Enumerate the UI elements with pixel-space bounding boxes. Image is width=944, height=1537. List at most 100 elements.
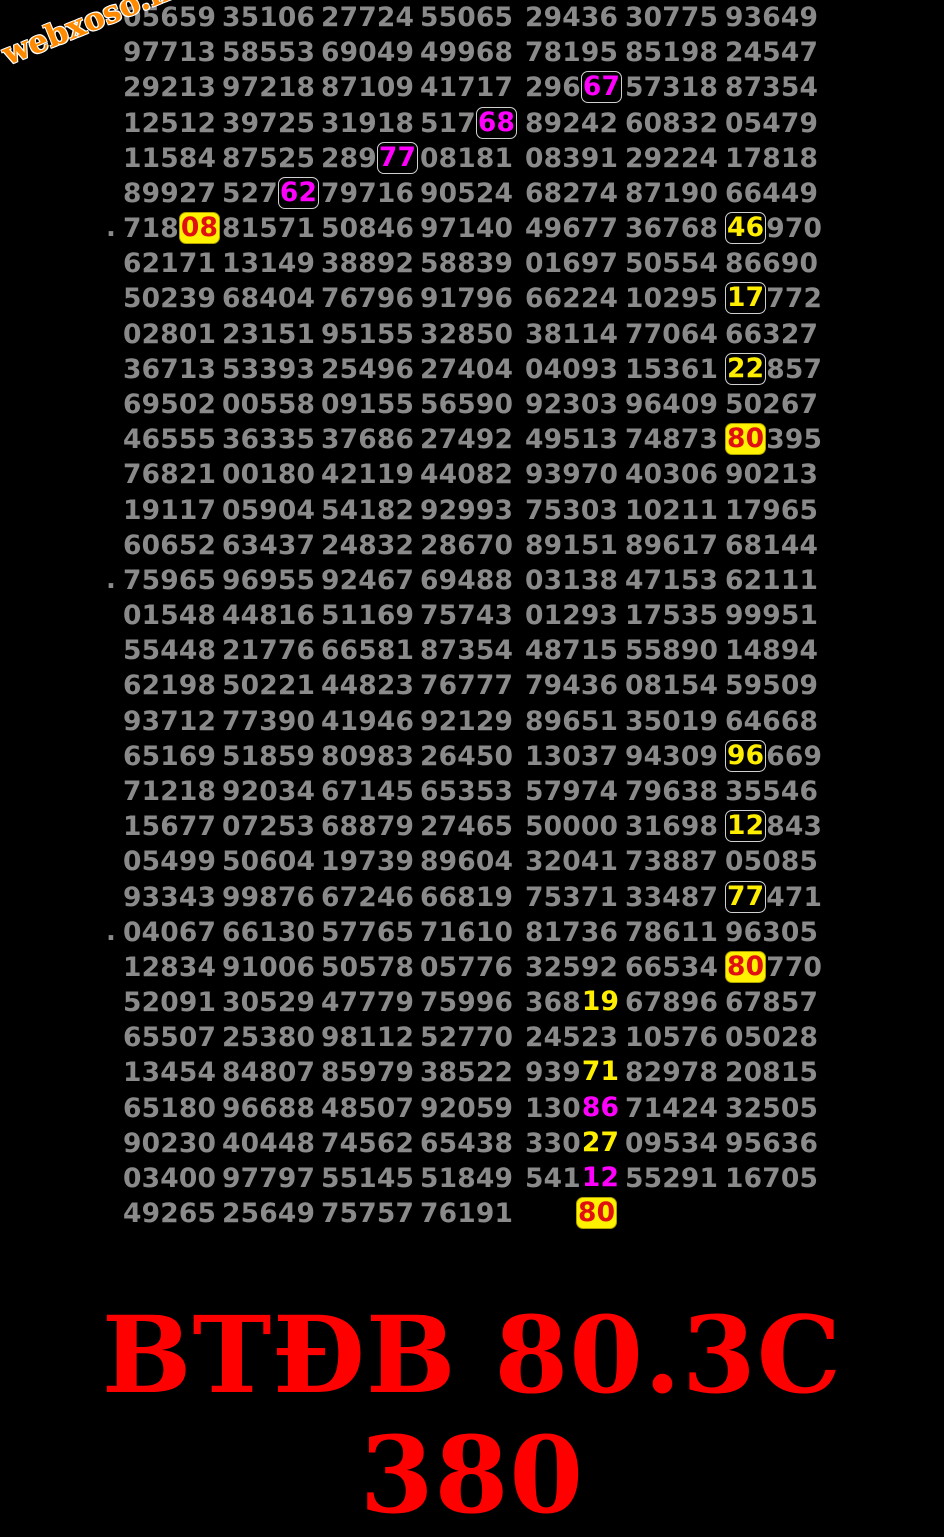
digits: 49513 [525,424,619,456]
digits: 71424 [625,1092,719,1124]
number-cell: 93712 [123,704,216,739]
number-cell: 68879 [321,809,414,844]
number-cell: 04067 [123,915,216,950]
number-cell: 38114 [525,317,618,352]
digits: 32505 [725,1092,819,1124]
digits: 97140 [420,213,514,245]
digits: 36713 [123,353,217,385]
number-cell: 79436 [525,668,618,703]
number-cell: 12512 [123,106,216,141]
result-banner: BTĐB 80.3C 380 [101,1292,843,1537]
digits: 03138 [525,564,619,596]
digits: 74873 [625,424,719,456]
digits: 05028 [725,1022,819,1054]
digits: 130 [525,1092,581,1124]
digits: 85979 [321,1057,415,1089]
number-cell: 67246 [321,880,414,915]
number-cell: 68144 [725,528,818,563]
number-cell: 76796 [321,281,414,316]
number-cell: 67857 [725,985,818,1020]
number-cell: 27465 [420,809,513,844]
grid-row: 11584 87525 28977 08181 08391 29224 17818 [0,141,944,176]
number-cell: 75996 [420,985,513,1020]
digits: 27465 [420,811,514,843]
digits: 93343 [123,881,217,913]
number-cell: 93343 [123,880,216,915]
digits: 67857 [725,987,819,1019]
digits: 66819 [420,881,514,913]
digits: 52091 [123,987,217,1019]
number-cell: 31698 [625,809,718,844]
number-cell: 75965 [123,563,216,598]
digits: 76191 [420,1198,514,1230]
digits: 92059 [420,1092,514,1124]
number-cell: 12843 [725,809,822,844]
number-cell: 79716 [321,176,414,211]
number-cell: 49677 [525,211,618,246]
number-cell: 55890 [625,633,718,668]
digits: 44082 [420,459,514,491]
highlighted-pair: 12 [581,1161,620,1193]
digits: 395 [766,424,823,456]
number-cell: 89151 [525,528,618,563]
number-cell: 28977 [321,141,419,176]
digits: 40306 [625,459,719,491]
grid-row: 13454 84807 85979 38522 93971 82978 20815 [0,1055,944,1090]
number-cell: 50221 [222,668,315,703]
digits: 20815 [725,1057,819,1089]
digits: 07253 [222,811,316,843]
number-cell: 57318 [625,70,718,105]
number-cell: 97797 [222,1161,315,1196]
number-cell: 89242 [525,106,618,141]
digits: 76777 [420,670,514,702]
digits: 27404 [420,353,514,385]
digits: 368 [525,987,581,1019]
number-cell: 01293 [525,598,618,633]
row-dot: . [106,564,116,595]
digits: 81736 [525,916,619,948]
number-cell: 52762 [222,176,320,211]
number-cell: 65180 [123,1091,216,1126]
digits: 50578 [321,951,415,983]
digits: 77390 [222,705,316,737]
number-cell: 62171 [123,246,216,281]
number-cell: 86690 [725,246,818,281]
digits: 79638 [625,775,719,807]
number-cell: 20815 [725,1055,818,1090]
digits: 41946 [321,705,415,737]
number-cell: 19739 [321,844,414,879]
number-cell: 14894 [725,633,818,668]
digits: 86690 [725,248,819,280]
number-cell: 76777 [420,668,513,703]
number-cell: 78611 [625,915,718,950]
digits: 15677 [123,811,217,843]
digits: 80983 [321,740,415,772]
grid-row: 02801 23151 95155 32850 38114 77064 66327 [0,317,944,352]
digits: 96305 [725,916,819,948]
digits: 970 [766,213,823,245]
digits: 56590 [420,388,514,420]
number-cell: 23151 [222,317,315,352]
grid-row: 90230 40448 74562 65438 33027 09534 95636 [0,1126,944,1161]
number-cell: 08391 [525,141,618,176]
grid-row: 12834 91006 50578 05776 32592 66534 80770 [0,950,944,985]
number-cell: 95636 [725,1126,818,1161]
number-cell: 29213 [123,70,216,105]
number-cell: 09155 [321,387,414,422]
number-cell: 92129 [420,704,513,739]
number-cell: 05479 [725,106,818,141]
number-cell: 56590 [420,387,513,422]
number-cell: 47153 [625,563,718,598]
number-cell: 38892 [321,246,414,281]
number-cell: 60832 [625,106,718,141]
number-cell: 17818 [725,141,818,176]
number-cell: 54112 [525,1161,620,1196]
grid-row: 97713 58553 69049 49968 78195 85198 24547 [0,35,944,70]
number-cell: 75371 [525,880,618,915]
highlighted-pair: 12 [725,810,767,843]
digits: 57974 [525,775,619,807]
digits: 05904 [222,494,316,526]
digits: 31918 [321,107,415,139]
grid-row: 52091 30529 47779 75996 36819 67896 67857 [0,985,944,1020]
number-cell: 05028 [725,1020,818,1055]
